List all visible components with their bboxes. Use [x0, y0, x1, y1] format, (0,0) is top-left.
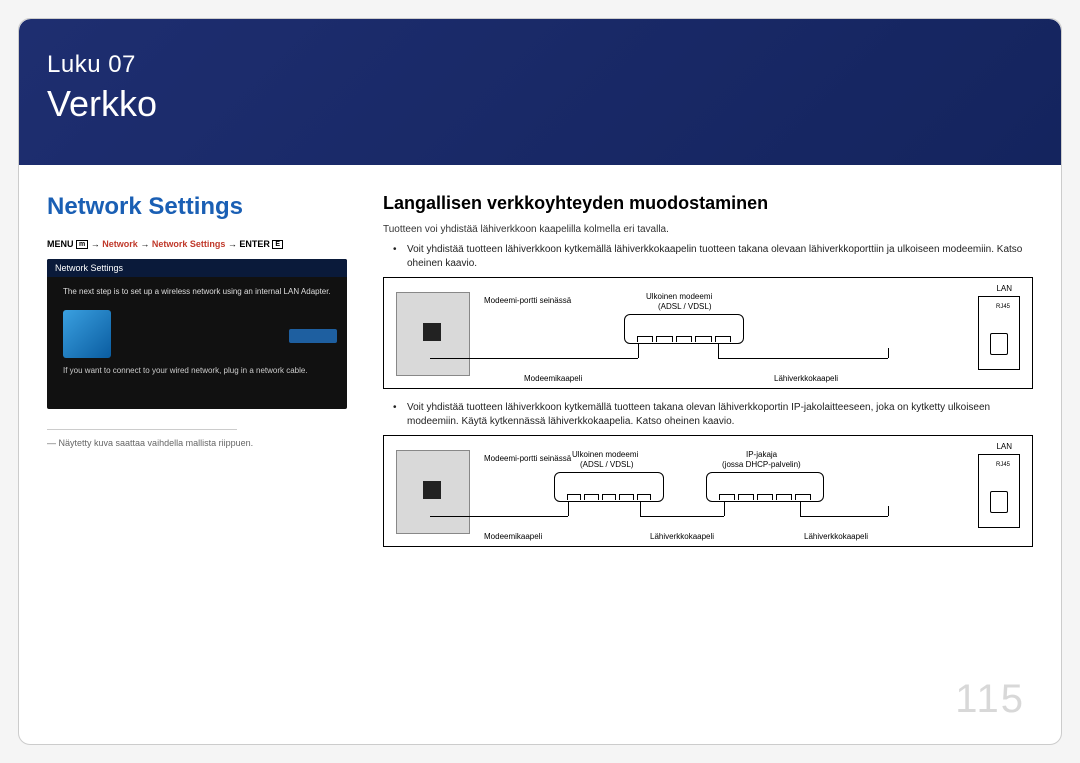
label-rj45: RJ45: [996, 462, 1010, 468]
label-lan-cable: Lähiverkkokaapeli: [804, 532, 868, 541]
arrow-icon: →: [91, 239, 100, 249]
label-ext-modem: Ulkoinen modeemi: [572, 450, 638, 459]
label-modem-cable: Modeemikaapeli: [524, 374, 582, 383]
label-wall-port: Modeemi-portti seinässä: [484, 296, 571, 305]
page-number: 115: [955, 677, 1025, 722]
ip-sharer-icon: [706, 472, 824, 502]
tv-thumbnail-icon: [63, 310, 111, 358]
label-lan: LAN: [996, 284, 1012, 293]
label-lan-cable: Lähiverkkokaapeli: [650, 532, 714, 541]
label-dhcp: (jossa DHCP-palvelin): [722, 460, 801, 469]
label-lan-cable: Lähiverkkokaapeli: [774, 374, 838, 383]
label-rj45: RJ45: [996, 304, 1010, 310]
bullet-list: Voit yhdistää tuotteen lähiverkkoon kytk…: [397, 401, 1033, 429]
wall-port-icon: [396, 292, 470, 376]
bullet-1: Voit yhdistää tuotteen lähiverkkoon kytk…: [397, 243, 1033, 271]
tv-screenshot-title: Network Settings: [47, 259, 347, 277]
chapter-banner: Luku 07 Verkko: [19, 19, 1061, 165]
tv-screenshot-text2: If you want to connect to your wired net…: [47, 366, 347, 385]
label-modem-cable: Modeemikaapeli: [484, 532, 542, 541]
tv-button-placeholder: [289, 329, 337, 343]
external-modem-icon: [554, 472, 664, 502]
tv-screenshot: Network Settings The next step is to set…: [47, 259, 347, 409]
external-modem-icon: [624, 314, 744, 344]
enter-label: ENTER: [239, 239, 270, 249]
label-ext-modem: Ulkoinen modeemi: [646, 292, 712, 301]
enter-icon: E: [272, 240, 283, 249]
label-lan: LAN: [996, 442, 1012, 451]
content-area: Network Settings MENU m → Network → Netw…: [19, 165, 1061, 559]
wiring-diagram-1: Modeemi-portti seinässä Ulkoinen modeemi…: [383, 277, 1033, 389]
manual-page: Luku 07 Verkko Network Settings MENU m →…: [18, 18, 1062, 745]
label-wall-port: Modeemi-portti seinässä: [484, 454, 571, 463]
label-adsl: (ADSL / VDSL): [580, 460, 634, 469]
path-network-settings: Network Settings: [152, 239, 226, 249]
menu-path: MENU m → Network → Network Settings → EN…: [47, 239, 347, 249]
arrow-icon: →: [140, 239, 149, 249]
label-ip-sharer: IP-jakaja: [746, 450, 777, 459]
label-adsl: (ADSL / VDSL): [658, 302, 712, 311]
path-network: Network: [102, 239, 138, 249]
footnote-text: Näytetty kuva saattaa vaihdella mallista…: [59, 438, 254, 448]
arrow-icon: →: [228, 239, 237, 249]
menu-icon: m: [76, 240, 88, 249]
wiring-diagram-2: Modeemi-portti seinässä Ulkoinen modeemi…: [383, 435, 1033, 547]
tv-screenshot-text1: The next step is to set up a wireless ne…: [47, 277, 347, 303]
subsection-heading: Langallisen verkkoyhteyden muodostaminen: [383, 193, 1033, 214]
footnote-dash: ―: [47, 438, 56, 448]
chapter-number: Luku 07: [47, 51, 1033, 79]
bullet-list: Voit yhdistää tuotteen lähiverkkoon kytk…: [397, 243, 1033, 271]
intro-text: Tuotteen voi yhdistää lähiverkkoon kaape…: [383, 224, 1033, 235]
bullet-2: Voit yhdistää tuotteen lähiverkkoon kytk…: [397, 401, 1033, 429]
divider: [47, 429, 237, 430]
menu-label: MENU: [47, 239, 74, 249]
left-column: Network Settings MENU m → Network → Netw…: [47, 193, 347, 559]
footnote: ― Näytetty kuva saattaa vaihdella mallis…: [47, 438, 347, 448]
section-heading: Network Settings: [47, 193, 347, 221]
right-column: Langallisen verkkoyhteyden muodostaminen…: [383, 193, 1033, 559]
chapter-title: Verkko: [47, 83, 1033, 125]
wall-port-icon: [396, 450, 470, 534]
